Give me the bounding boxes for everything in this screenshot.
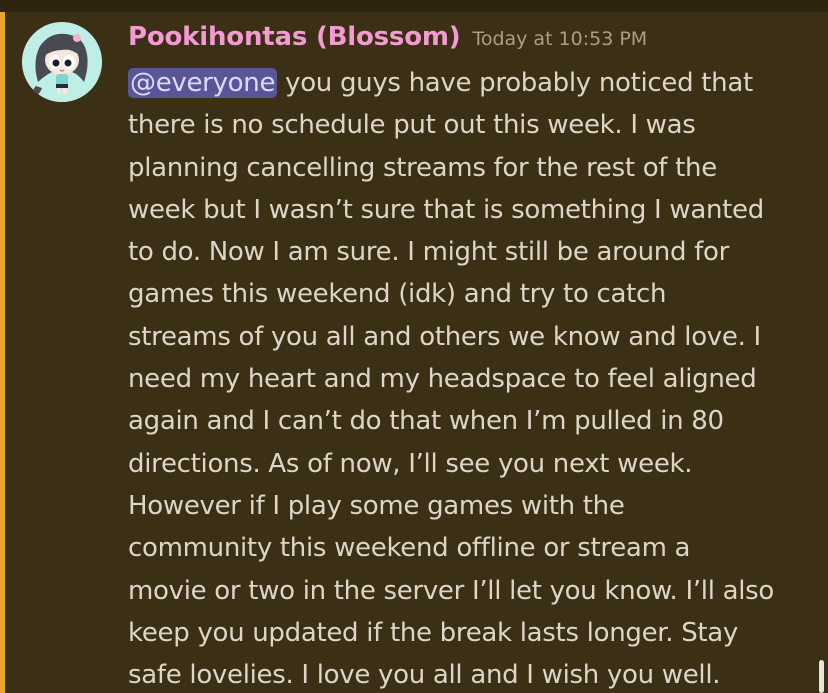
message-line: movie or two in the server I’ll let you …	[128, 575, 775, 606]
message-line: community this weekend offline or stream…	[128, 533, 691, 564]
message-container: Pookihontas (Blossom) Today at 10:53 PM @…	[0, 0, 828, 693]
message-line: there is no schedule put out this week. …	[128, 110, 696, 141]
message-line: games this weekend (idk) and try to catc…	[128, 279, 667, 310]
message-line: to do. Now I am sure. I might still be a…	[128, 237, 729, 268]
message-line: However if I play some games with the	[128, 490, 625, 521]
message-line: keep you updated if the break lasts long…	[128, 617, 739, 648]
message-line: need my heart and my headspace to feel a…	[128, 364, 757, 395]
user-avatar[interactable]	[22, 22, 102, 102]
message-line: safe lovelies. I love you all and I wish…	[128, 660, 721, 691]
message-line: @everyone you guys have probably noticed…	[128, 62, 818, 104]
message-line: streams of you all and others we know an…	[128, 321, 761, 352]
powerpuff-girl-avatar-icon	[22, 22, 102, 102]
previous-message-edge	[0, 0, 828, 12]
message-line-text: you guys have probably noticed that	[277, 68, 753, 98]
message-line: week but I wasn’t sure that is something…	[128, 194, 764, 225]
message-line: directions. As of now, I’ll see you next…	[128, 448, 693, 479]
username[interactable]: Pookihontas (Blossom)	[128, 22, 461, 52]
message-line: again and I can’t do that when I’m pulle…	[128, 406, 724, 437]
message-header: Pookihontas (Blossom) Today at 10:53 PM	[128, 22, 647, 52]
timestamp[interactable]: Today at 10:53 PM	[472, 28, 647, 50]
scrollbar-thumb[interactable]	[819, 660, 824, 693]
message-line: planning cancelling streams for the rest…	[128, 152, 717, 183]
message-body: @everyone you guys have probably noticed…	[128, 62, 818, 693]
mention-highlight-bar	[0, 12, 5, 693]
everyone-mention[interactable]: @everyone	[128, 68, 278, 98]
